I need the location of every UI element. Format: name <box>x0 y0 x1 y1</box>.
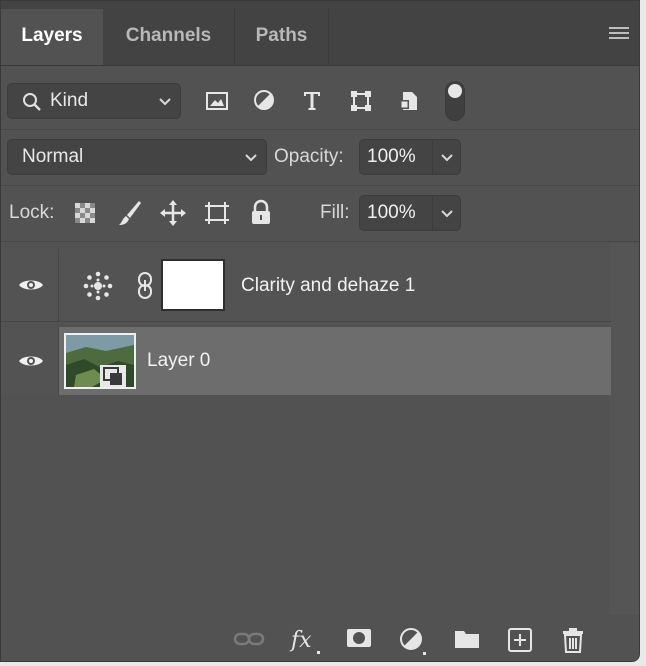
new-layer-icon[interactable] <box>507 627 533 653</box>
landscape-thumbnail-image <box>66 335 134 387</box>
blend-mode-label: Normal <box>22 146 84 167</box>
eye-icon <box>19 356 43 366</box>
lock-position-icon[interactable] <box>159 199 187 227</box>
filter-toggle-switch[interactable] <box>445 81 465 121</box>
divider <box>1 185 639 186</box>
layers-panel: Layers Channels Paths Kind Normal Opacit… <box>0 0 640 662</box>
layer-mask-thumbnail[interactable] <box>161 259 225 311</box>
new-adjustment-icon[interactable] <box>399 627 429 657</box>
panel-menu-icon[interactable] <box>609 27 629 43</box>
divider <box>1 129 639 130</box>
background-edge <box>640 0 646 666</box>
tab-paths[interactable]: Paths <box>235 9 329 65</box>
tab-channels[interactable]: Channels <box>103 9 235 65</box>
fill-dropdown[interactable] <box>433 195 461 231</box>
layer-row-layer-0[interactable]: Layer 0 <box>1 327 611 395</box>
chevron-down-icon <box>441 154 453 162</box>
kind-filter-select[interactable]: Kind <box>7 83 181 119</box>
lock-label: Lock: <box>9 202 55 223</box>
tab-layers[interactable]: Layers <box>1 9 103 65</box>
smart-object-filter-icon[interactable] <box>397 89 421 113</box>
fill-field[interactable]: 100% <box>359 195 433 231</box>
lock-image-pixels-icon[interactable] <box>117 199 143 227</box>
chevron-down-icon <box>159 98 171 106</box>
fx-icon[interactable]: fx <box>289 627 323 657</box>
shape-layer-filter-icon[interactable] <box>349 89 373 113</box>
link-layers-icon[interactable] <box>233 627 265 651</box>
delete-layer-icon[interactable] <box>561 627 585 653</box>
search-icon <box>23 93 41 111</box>
svg-text:fx: fx <box>289 628 312 653</box>
fill-label: Fill: <box>320 202 350 223</box>
clarity-dehaze-adjustment-icon <box>83 271 113 301</box>
layers-scrollbar[interactable] <box>609 243 639 615</box>
chevron-down-icon <box>441 210 453 218</box>
panel-tab-bar: Layers Channels Paths <box>1 1 639 66</box>
layer-thumbnail[interactable] <box>64 333 136 389</box>
toggle-knob <box>448 84 462 98</box>
lock-artboard-icon[interactable] <box>203 199 231 227</box>
visibility-toggle[interactable] <box>1 249 59 321</box>
pixel-layer-filter-icon[interactable] <box>205 91 229 111</box>
opacity-label: Opacity: <box>274 146 344 167</box>
eye-icon <box>19 280 43 290</box>
opacity-field[interactable]: 100% <box>359 139 433 175</box>
layer-name[interactable]: Clarity and dehaze 1 <box>241 275 415 297</box>
visibility-toggle[interactable] <box>1 327 59 395</box>
divider <box>1 241 639 242</box>
new-group-icon[interactable] <box>453 627 481 651</box>
opacity-dropdown[interactable] <box>433 139 461 175</box>
chevron-down-icon <box>245 154 257 162</box>
lock-all-icon[interactable] <box>249 199 273 227</box>
blend-mode-select[interactable]: Normal <box>7 139 267 175</box>
type-layer-filter-icon[interactable] <box>301 89 323 111</box>
lock-transparent-pixels-icon[interactable] <box>73 201 97 225</box>
add-mask-icon[interactable] <box>345 627 373 651</box>
layers-footer-toolbar: fx <box>1 615 639 661</box>
mask-link-icon[interactable] <box>135 271 155 301</box>
kind-filter-label: Kind <box>50 90 89 111</box>
layer-row-clarity-and-dehaze[interactable]: Clarity and dehaze 1 <box>1 249 611 322</box>
layer-name[interactable]: Layer 0 <box>147 350 210 372</box>
adjustment-layer-filter-icon[interactable] <box>253 89 275 111</box>
